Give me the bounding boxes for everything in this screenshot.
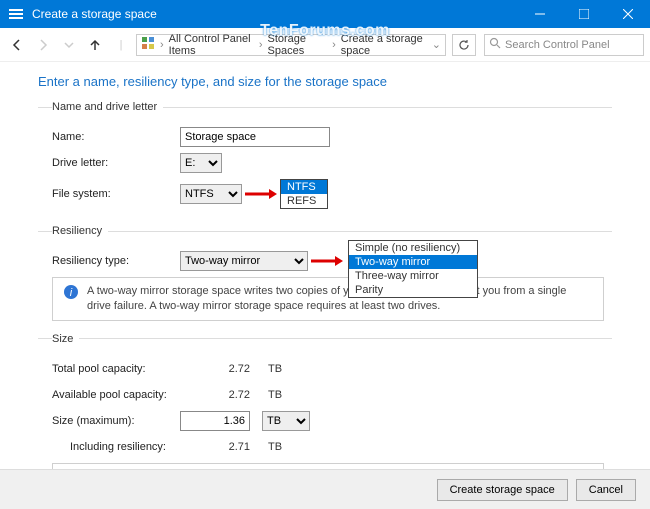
unit-label: TB — [268, 389, 282, 401]
section-legend: Name and drive letter — [52, 101, 163, 113]
unit-label: TB — [268, 441, 282, 453]
section-name-drive: Name and drive letter Name: Drive letter… — [38, 101, 612, 219]
up-button[interactable] — [84, 34, 106, 56]
including-resiliency-value: 2.71 — [180, 441, 250, 453]
name-input[interactable] — [180, 127, 330, 147]
content-area: Enter a name, resiliency type, and size … — [0, 62, 650, 469]
breadcrumb-item[interactable]: All Control Panel Items — [169, 33, 254, 57]
file-system-select[interactable]: NTFS — [180, 184, 242, 204]
dropdown-option[interactable]: NTFS — [281, 180, 327, 194]
back-button[interactable] — [6, 34, 28, 56]
breadcrumb-item[interactable]: Create a storage space — [341, 33, 428, 57]
window-title: Create a storage space — [32, 7, 518, 21]
including-resiliency-label: Including resiliency: — [52, 441, 180, 453]
dropdown-option[interactable]: Parity — [349, 283, 477, 297]
close-button[interactable] — [606, 0, 650, 28]
chevron-right-icon: › — [256, 39, 266, 51]
section-legend: Resiliency — [52, 225, 108, 237]
maximize-button[interactable] — [562, 0, 606, 28]
folder-icon — [141, 36, 155, 53]
minimize-button[interactable] — [518, 0, 562, 28]
resiliency-info: i A two-way mirror storage space writes … — [52, 277, 604, 321]
forward-button[interactable] — [32, 34, 54, 56]
dropdown-option[interactable]: REFS — [281, 194, 327, 208]
section-legend: Size — [52, 333, 79, 345]
size-input[interactable] — [180, 411, 250, 431]
breadcrumb-item[interactable]: Storage Spaces — [268, 33, 328, 57]
available-capacity-value: 2.72 — [180, 389, 250, 401]
app-icon — [8, 6, 24, 22]
cancel-button[interactable]: Cancel — [576, 479, 636, 501]
chevron-right-icon: › — [157, 39, 167, 51]
name-label: Name: — [52, 131, 180, 143]
navbar: | › All Control Panel Items › Storage Sp… — [0, 28, 650, 62]
search-placeholder: Search Control Panel — [505, 39, 610, 51]
file-system-label: File system: — [52, 188, 180, 200]
size-max-label: Size (maximum): — [52, 415, 180, 427]
arrow-icon — [242, 187, 280, 201]
page-heading: Enter a name, resiliency type, and size … — [38, 74, 612, 89]
section-resiliency: Resiliency Resiliency type: Two-way mirr… — [38, 225, 612, 327]
resiliency-dropdown[interactable]: Simple (no resiliency) Two-way mirror Th… — [348, 240, 478, 298]
resiliency-type-label: Resiliency type: — [52, 255, 180, 267]
titlebar: Create a storage space — [0, 0, 650, 28]
path-separator: | — [110, 34, 132, 56]
search-icon — [489, 37, 501, 52]
bottom-bar: Create storage space Cancel — [0, 469, 650, 509]
available-capacity-label: Available pool capacity: — [52, 389, 180, 401]
total-capacity-value: 2.72 — [180, 363, 250, 375]
drive-letter-label: Drive letter: — [52, 157, 180, 169]
history-dropdown[interactable] — [58, 34, 80, 56]
breadcrumb[interactable]: › All Control Panel Items › Storage Spac… — [136, 34, 446, 56]
dropdown-option[interactable]: Two-way mirror — [349, 255, 477, 269]
refresh-button[interactable] — [452, 34, 476, 56]
dropdown-option[interactable]: Three-way mirror — [349, 269, 477, 283]
dropdown-option[interactable]: Simple (no resiliency) — [349, 241, 477, 255]
search-input[interactable]: Search Control Panel — [484, 34, 644, 56]
total-capacity-label: Total pool capacity: — [52, 363, 180, 375]
unit-label: TB — [268, 363, 282, 375]
create-storage-space-button[interactable]: Create storage space — [437, 479, 568, 501]
info-icon: i — [63, 284, 79, 314]
info-text: A two-way mirror storage space writes tw… — [87, 284, 593, 314]
chevron-right-icon: › — [329, 39, 339, 51]
chevron-down-icon[interactable]: ⌄ — [432, 38, 441, 51]
drive-letter-select[interactable]: E: — [180, 153, 222, 173]
resiliency-type-select[interactable]: Two-way mirror — [180, 251, 308, 271]
file-system-dropdown[interactable]: NTFS REFS — [280, 179, 328, 209]
size-unit-select[interactable]: TB — [262, 411, 310, 431]
section-size: Size Total pool capacity: 2.72 TB Availa… — [38, 333, 612, 469]
arrow-icon — [308, 254, 346, 268]
